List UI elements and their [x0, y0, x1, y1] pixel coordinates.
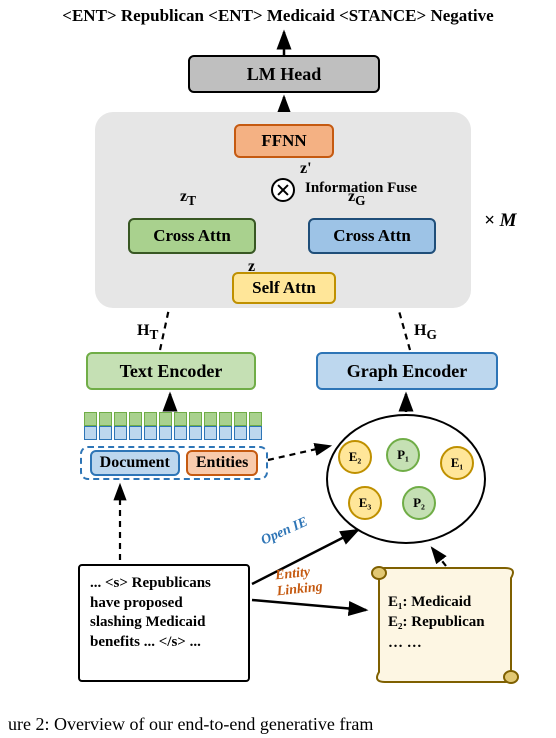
label-z-t: zT — [180, 188, 196, 209]
entity-list-row-2: E₂: Republican — [388, 612, 496, 632]
output-entity-2: Medicaid — [267, 6, 335, 25]
token-embeddings — [84, 412, 262, 440]
document-box: Document — [90, 450, 180, 476]
ffnn-box: FFNN — [234, 124, 334, 158]
info-fuse-node — [271, 178, 295, 202]
output-entity-1: Republican — [121, 6, 204, 25]
graph-node-e1: E₁ — [440, 446, 474, 480]
document-entities-input: Document Entities — [80, 446, 268, 480]
label-z-prime: z' — [300, 160, 312, 178]
open-ie-label: Open IE — [259, 515, 311, 550]
entity-list: E₁: Medicaid E₂: Republican … … — [378, 574, 506, 684]
entity-list-row-1: E₁: Medicaid — [388, 592, 496, 612]
entities-box: Entities — [186, 450, 258, 476]
graph-node-e3: E₃ — [348, 486, 382, 520]
repeat-m-label: × M — [484, 210, 516, 232]
knowledge-graph: E₂ P₁ E₁ E₃ P₂ — [326, 414, 486, 544]
lm-head-box: LM Head — [188, 55, 380, 93]
cross-attention-right: Cross Attn — [308, 218, 436, 254]
source-document-box: ... <s> Republicans have proposed slashi… — [78, 564, 250, 682]
cross-attention-left: Cross Attn — [128, 218, 256, 254]
self-attention-box: Self Attn — [232, 272, 336, 304]
graph-node-e2: E₂ — [338, 440, 372, 474]
figure-caption: ure 2: Overview of our end-to-end genera… — [0, 714, 556, 735]
tag-ent-1: <ENT> — [62, 6, 116, 25]
output-sequence: <ENT> Republican <ENT> Medicaid <STANCE>… — [0, 6, 556, 26]
tag-ent-2: <ENT> — [208, 6, 262, 25]
tag-stance: <STANCE> — [339, 6, 426, 25]
entity-list-row-3: … … — [388, 633, 496, 653]
label-h-g: HG — [414, 322, 437, 343]
label-h-t: HT — [137, 322, 158, 343]
output-stance: Negative — [430, 6, 493, 25]
text-encoder-box: Text Encoder — [86, 352, 256, 390]
label-z-g: zG — [348, 188, 365, 209]
entity-linking-label: Entity Linking — [274, 564, 323, 601]
graph-encoder-box: Graph Encoder — [316, 352, 498, 390]
graph-node-p1: P₁ — [386, 438, 420, 472]
graph-node-p2: P₂ — [402, 486, 436, 520]
